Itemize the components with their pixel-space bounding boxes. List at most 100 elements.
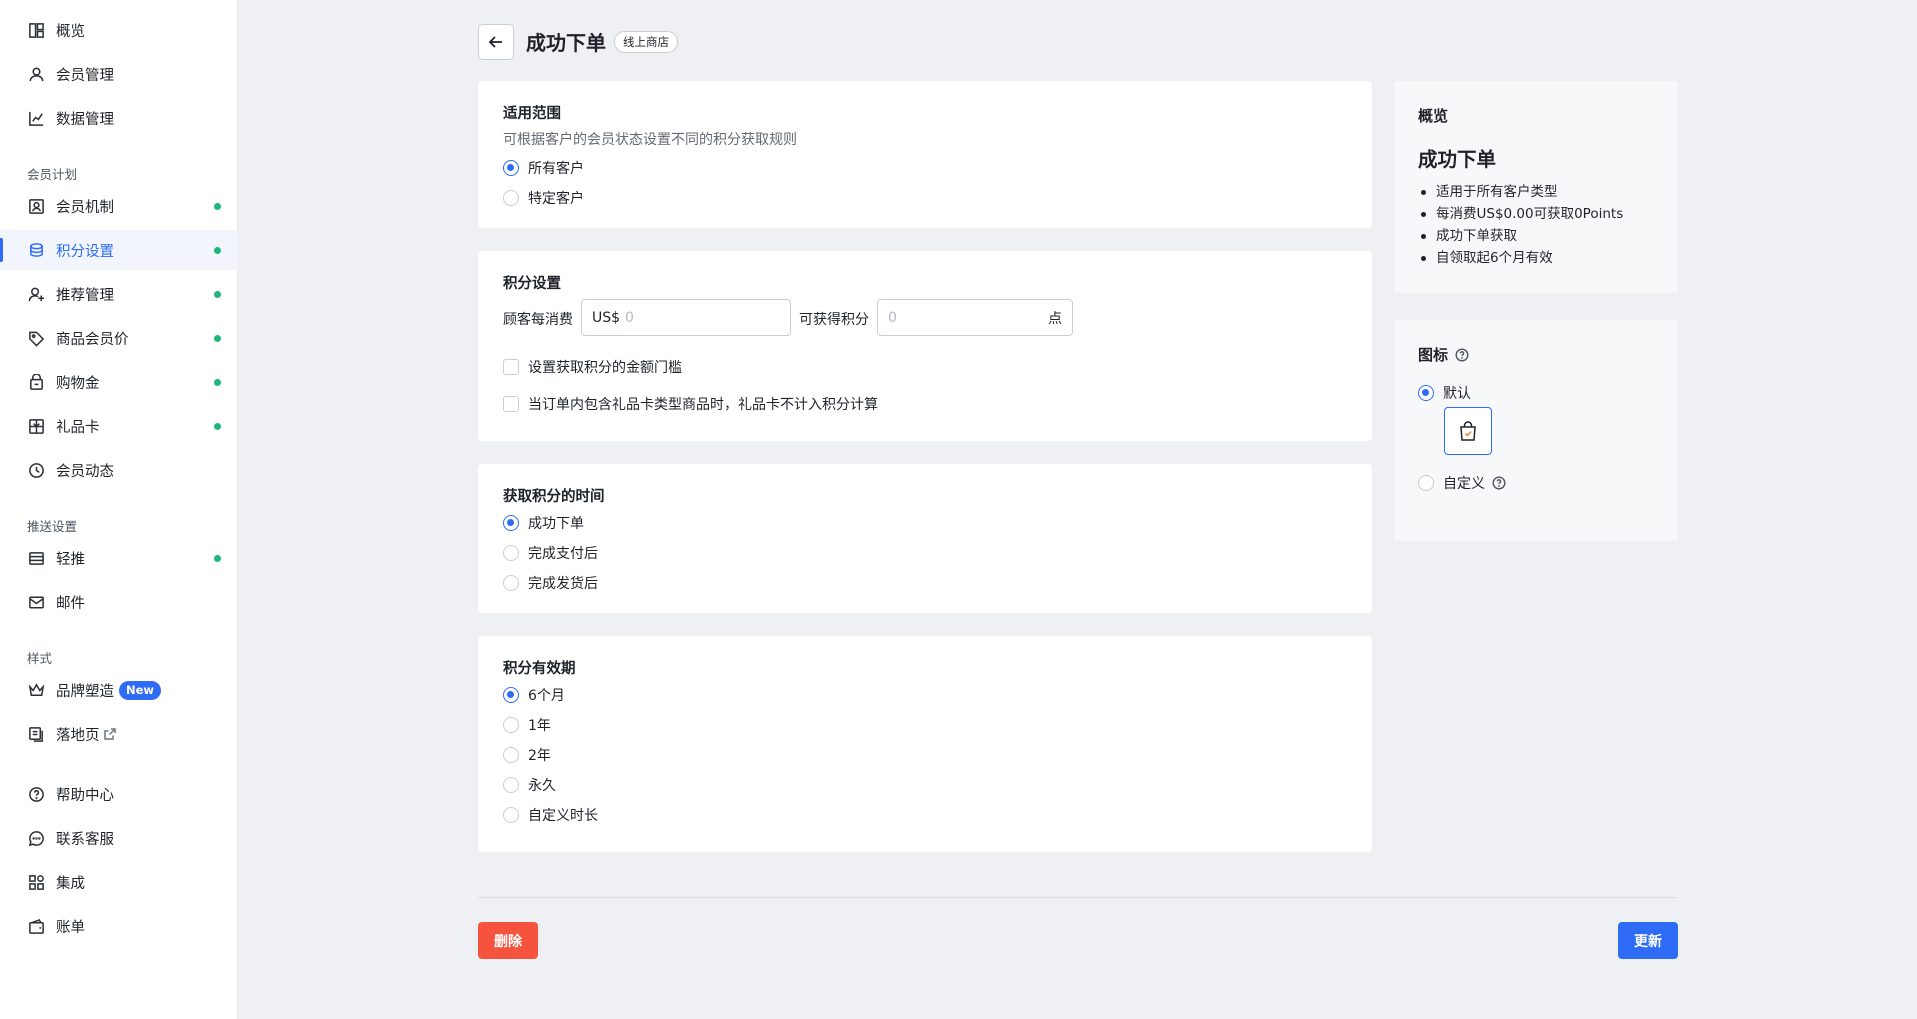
mail-icon [27, 593, 45, 611]
validity-option-2-years[interactable]: 2年 [503, 745, 551, 765]
sidebar-item-nudge[interactable]: 轻推 [0, 538, 238, 578]
validity-card: 积分有效期 6个月 1年 2年 永久 自定义时长 [478, 636, 1372, 852]
earn-input-box[interactable]: 点 [877, 299, 1073, 336]
threshold-checkbox-option[interactable]: 设置获取积分的金额门槛 [503, 357, 682, 377]
scope-card: 适用范围 可根据客户的会员状态设置不同的积分获取规则 所有客户 特定客户 [478, 81, 1372, 228]
sidebar-item-landing-page[interactable]: 落地页 [0, 714, 238, 754]
coins-icon [27, 241, 45, 259]
scope-title: 适用范围 [503, 106, 561, 122]
timing-option-payment-complete[interactable]: 完成支付后 [503, 543, 598, 563]
sidebar-item-label: 概览 [56, 23, 85, 40]
spend-input[interactable] [625, 309, 780, 326]
radio[interactable] [503, 747, 519, 763]
sidebar-item-billing[interactable]: 账单 [0, 906, 238, 946]
sidebar-item-shopping-credit[interactable]: 购物金 [0, 362, 238, 402]
radio[interactable] [503, 717, 519, 733]
radio-checked[interactable] [1418, 385, 1434, 401]
icon-option-custom[interactable]: 自定义 [1418, 473, 1506, 493]
dashboard-icon [27, 21, 45, 39]
overview-card: 概览 成功下单 适用于所有客户类型 每消费US$0.00可获取0Points 成… [1394, 81, 1678, 293]
validity-title: 积分有效期 [503, 661, 576, 677]
overview-bullet: 每消费US$0.00可获取0Points [1418, 203, 1623, 225]
layout-icon [27, 549, 45, 567]
radio[interactable] [503, 807, 519, 823]
delete-button[interactable]: 删除 [478, 922, 538, 959]
sidebar-item-contact-support[interactable]: 联系客服 [0, 818, 238, 858]
sidebar-item-integrations[interactable]: 集成 [0, 862, 238, 902]
gift-card-icon [27, 417, 45, 435]
icon-option-default[interactable]: 默认 [1418, 383, 1471, 403]
shopping-bag-icon [1460, 421, 1476, 441]
spend-input-box[interactable]: US$ [581, 299, 791, 336]
gift-card-exclude-checkbox-option[interactable]: 当订单内包含礼品卡类型商品时，礼品卡不计入积分计算 [503, 394, 878, 414]
radio[interactable] [503, 575, 519, 591]
help-icon[interactable] [1455, 347, 1469, 362]
user-plus-icon [27, 285, 45, 303]
sidebar-item-referral[interactable]: 推荐管理 [0, 274, 238, 314]
sidebar-item-points-settings[interactable]: 积分设置 [0, 230, 238, 270]
sidebar-item-member-activity[interactable]: 会员动态 [0, 450, 238, 490]
arrow-left-icon [488, 36, 502, 48]
radio[interactable] [503, 777, 519, 793]
page-title: 成功下单 [526, 31, 606, 55]
scope-desc: 可根据客户的会员状态设置不同的积分获取规则 [503, 132, 797, 148]
checkbox[interactable] [503, 359, 519, 375]
radio[interactable] [503, 190, 519, 206]
scope-option-specific[interactable]: 特定客户 [503, 188, 584, 208]
checkbox[interactable] [503, 396, 519, 412]
help-icon [27, 785, 45, 803]
sidebar: 概览 会员管理 数据管理 会员计划 会员机制 积分设置 推荐管理 商品会员价 购… [0, 0, 238, 1019]
group-label-push-settings: 推送设置 [27, 519, 78, 534]
sidebar-item-member-mechanism[interactable]: 会员机制 [0, 186, 238, 226]
user-icon [27, 65, 45, 83]
status-dot [214, 247, 221, 254]
radio-checked[interactable] [503, 515, 519, 531]
sidebar-item-label: 商品会员价 [56, 331, 129, 348]
validity-option-1-year[interactable]: 1年 [503, 715, 551, 735]
radio[interactable] [1418, 475, 1434, 491]
sidebar-item-member-price[interactable]: 商品会员价 [0, 318, 238, 358]
update-button[interactable]: 更新 [1618, 922, 1678, 959]
timing-option-shipped[interactable]: 完成发货后 [503, 573, 598, 593]
sidebar-item-help-center[interactable]: 帮助中心 [0, 774, 238, 814]
apps-icon [27, 873, 45, 891]
earn-input[interactable] [888, 309, 1048, 326]
sidebar-item-email[interactable]: 邮件 [0, 582, 238, 622]
timing-option-order-success[interactable]: 成功下单 [503, 513, 584, 533]
scope-option-all[interactable]: 所有客户 [503, 158, 584, 178]
sidebar-item-branding[interactable]: 品牌塑造 New [0, 670, 238, 710]
back-button[interactable] [478, 24, 514, 60]
status-dot [214, 423, 221, 430]
sidebar-item-label: 会员管理 [56, 67, 114, 84]
icon-preview[interactable] [1444, 407, 1492, 455]
radio-checked[interactable] [503, 687, 519, 703]
sidebar-item-label: 数据管理 [56, 111, 114, 128]
radio[interactable] [503, 545, 519, 561]
sidebar-item-label: 轻推 [56, 551, 85, 568]
sidebar-item-label: 推荐管理 [56, 287, 114, 304]
sidebar-item-label: 购物金 [56, 375, 100, 392]
validity-option-custom[interactable]: 自定义时长 [503, 805, 598, 825]
sidebar-item-label: 积分设置 [56, 243, 114, 260]
overview-bullet: 自领取起6个月有效 [1418, 247, 1623, 269]
sidebar-item-gift-card[interactable]: 礼品卡 [0, 406, 238, 446]
validity-option-6-months[interactable]: 6个月 [503, 685, 565, 705]
sidebar-item-label: 会员动态 [56, 463, 114, 480]
radio-checked[interactable] [503, 160, 519, 176]
status-dot [214, 555, 221, 562]
group-label-style: 样式 [27, 651, 53, 666]
status-dot [214, 203, 221, 210]
store-tag: 线上商店 [614, 31, 678, 53]
validity-option-forever[interactable]: 永久 [503, 775, 556, 795]
pages-icon [27, 725, 45, 743]
help-icon[interactable] [1492, 476, 1506, 490]
overview-bullet: 成功下单获取 [1418, 225, 1623, 247]
sidebar-item-data[interactable]: 数据管理 [0, 98, 238, 138]
status-dot [214, 335, 221, 342]
sidebar-item-overview[interactable]: 概览 [0, 10, 238, 50]
sidebar-item-members[interactable]: 会员管理 [0, 54, 238, 94]
currency-prefix: US$ [592, 309, 621, 326]
points-title: 积分设置 [503, 276, 561, 292]
sidebar-item-label: 礼品卡 [56, 419, 100, 436]
sidebar-item-label: 落地页 [56, 727, 100, 744]
